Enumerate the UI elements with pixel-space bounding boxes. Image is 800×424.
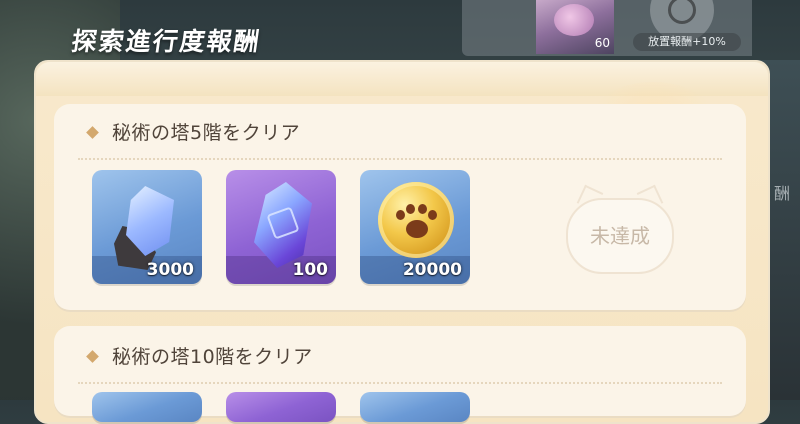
divider (78, 382, 722, 384)
bullet-diamond-icon (86, 126, 99, 139)
reward-title: 秘術の塔5階をクリア (112, 122, 301, 144)
reward-item[interactable]: 3000 (92, 170, 202, 284)
reward-title: 秘術の塔10階をクリア (112, 346, 313, 368)
page-title: 探索進行度報酬 (69, 27, 263, 56)
character-portrait[interactable]: 60 (536, 0, 614, 54)
reward-item[interactable] (92, 392, 202, 422)
item-quantity: 100 (292, 260, 329, 280)
paw-print-icon (394, 204, 438, 244)
reward-item[interactable] (226, 392, 336, 422)
portrait-art (554, 4, 594, 36)
timer-gauge-inner (668, 0, 696, 24)
reward-item[interactable]: 100 (226, 170, 336, 284)
reward-item[interactable] (360, 392, 470, 422)
item-quantity: 3000 (146, 260, 194, 280)
divider (78, 158, 722, 160)
reward-card: 秘術の塔10階をクリア (54, 326, 746, 422)
status-badge: 未達成 (566, 198, 674, 274)
idle-bonus-badge: 放置報酬+10% (633, 33, 741, 51)
background-side-text: 酬 (773, 184, 790, 203)
bullet-diamond-icon (86, 350, 99, 363)
item-quantity: 20000 (402, 260, 462, 280)
reward-item[interactable]: 20000 (360, 170, 470, 284)
portrait-level: 60 (594, 36, 610, 50)
